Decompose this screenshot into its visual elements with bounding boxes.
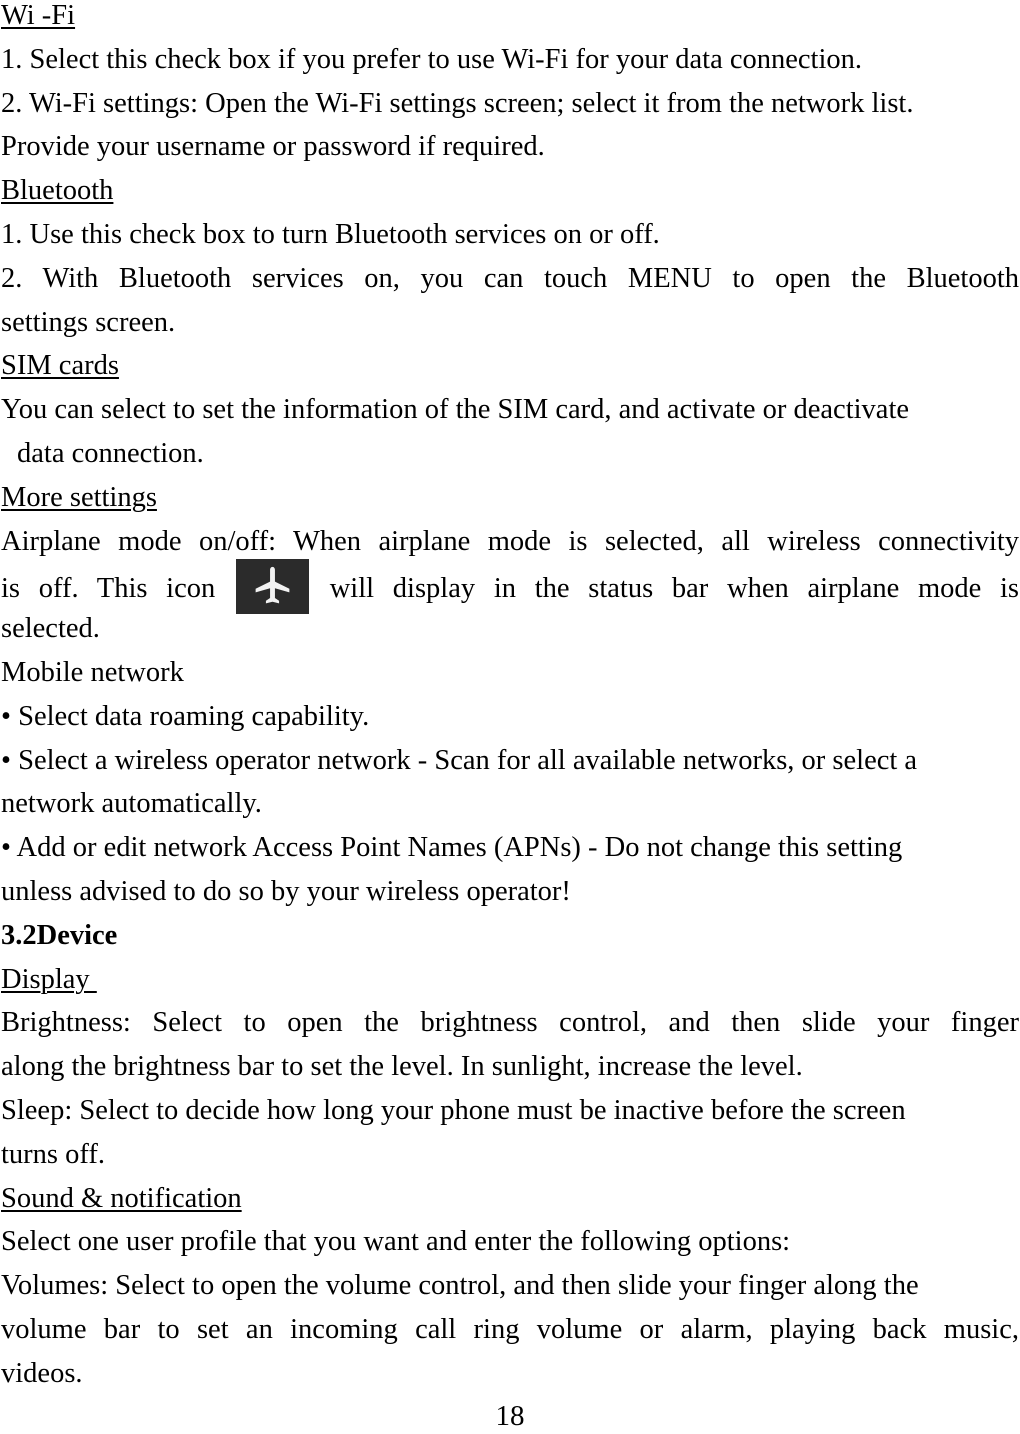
- volumes-line-a: Volumes: Select to open the volume contr…: [1, 1270, 919, 1302]
- volumes-line-c: videos.: [1, 1357, 83, 1389]
- airplane-line-a: Airplane mode on/off: When airplane mode…: [1, 525, 1019, 557]
- volumes-line-b: volume bar to set an incoming call ring …: [1, 1313, 1019, 1345]
- wifi-line-1: 1. Select this check box if you prefer t…: [1, 43, 862, 75]
- bluetooth-line-2a: 2. With Bluetooth services on, you can t…: [1, 262, 1019, 294]
- airplane-line-c: selected.: [1, 613, 100, 645]
- bullet-3a: • Add or edit network Access Point Names…: [1, 832, 903, 864]
- bullet-2a: • Select a wireless operator network - S…: [1, 744, 918, 776]
- brightness-line-a: Brightness: Select to open the brightnes…: [1, 1007, 1019, 1039]
- bluetooth-heading: Bluetooth: [1, 175, 114, 207]
- airplane-text-2: will display in the status bar when airp…: [329, 573, 1020, 605]
- airplane-line-b: is off. This icon will display in the st…: [1, 559, 1020, 615]
- bluetooth-line-2b: settings screen.: [1, 306, 176, 338]
- airplane-text-1: is off. This icon: [1, 573, 216, 605]
- bluetooth-line-1: 1. Use this check box to turn Bluetooth …: [1, 218, 660, 250]
- airplane-icon: [235, 559, 309, 615]
- brightness-line-b: along the brightness bar to set the leve…: [1, 1051, 803, 1083]
- wifi-line-2: 2. Wi-Fi settings: Open the Wi-Fi settin…: [1, 87, 914, 119]
- wifi-heading: Wi -Fi: [1, 0, 76, 31]
- sleep-line-b: turns off.: [1, 1138, 105, 1170]
- wifi-section: Wi -Fi: [1, 0, 1019, 38]
- sim-line-1: You can select to set the information of…: [1, 394, 910, 426]
- more-settings-heading: More settings: [1, 481, 157, 513]
- bullet-2b: network automatically.: [1, 788, 262, 820]
- mobile-network-heading: Mobile network: [1, 656, 184, 688]
- sim-line-2: data connection.: [17, 437, 204, 469]
- sound-line: Select one user profile that you want an…: [1, 1226, 791, 1258]
- sim-heading: SIM cards: [1, 350, 119, 382]
- wifi-line-3: Provide your username or password if req…: [1, 131, 545, 163]
- section-title-device: 3.2Device: [1, 919, 118, 951]
- document-page: Wi -Fi 1. Select this check box if you p…: [1, 0, 1019, 1396]
- sound-heading: Sound & notification: [1, 1182, 242, 1214]
- bullet-1: • Select data roaming capability.: [1, 700, 370, 732]
- bullet-3b: unless advised to do so by your wireless…: [1, 875, 571, 907]
- display-heading: Display: [1, 963, 97, 995]
- sleep-line-a: Sleep: Select to decide how long your ph…: [1, 1094, 906, 1126]
- page-number: 18: [495, 1400, 525, 1432]
